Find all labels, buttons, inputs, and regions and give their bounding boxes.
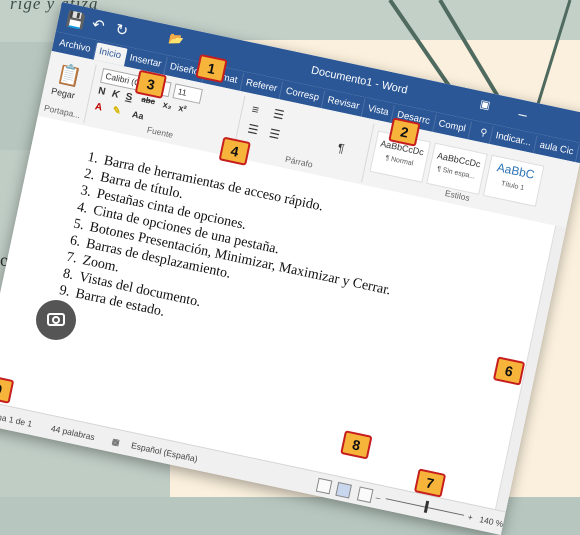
superscript-button[interactable]: x² bbox=[178, 103, 188, 114]
camera-icon[interactable] bbox=[36, 300, 76, 340]
underline-button[interactable]: S bbox=[125, 91, 134, 103]
print-layout-button[interactable] bbox=[335, 481, 352, 499]
font-size-box[interactable]: 11 bbox=[172, 83, 203, 104]
change-case-button[interactable]: Aa bbox=[131, 109, 144, 121]
page-count[interactable]: Página 1 de 1 bbox=[0, 408, 33, 429]
word-count[interactable]: 44 palabras bbox=[50, 423, 96, 442]
highlight-icon[interactable]: ✎ bbox=[111, 105, 121, 118]
bullets-icon[interactable]: ≡ bbox=[250, 102, 260, 117]
zoom-out-icon[interactable]: – bbox=[375, 492, 382, 503]
font-color-icon[interactable]: A bbox=[94, 101, 103, 113]
subscript-button[interactable]: x₂ bbox=[162, 99, 173, 111]
folder-icon[interactable]: 📂 bbox=[167, 31, 185, 48]
paste-icon[interactable]: 📋 bbox=[55, 61, 85, 91]
minimize-icon[interactable]: – bbox=[517, 106, 529, 124]
save-icon[interactable]: 💾 bbox=[65, 10, 87, 32]
redo-icon[interactable]: ↻ bbox=[114, 20, 130, 40]
undo-icon[interactable]: ↶ bbox=[90, 15, 106, 35]
align-left-icon[interactable]: ☰ bbox=[246, 122, 259, 138]
pilcrow-icon[interactable]: ¶ bbox=[336, 141, 345, 156]
align-center-icon[interactable]: ☰ bbox=[268, 126, 281, 142]
italic-button[interactable]: K bbox=[111, 89, 120, 101]
zoom-level[interactable]: 140 % bbox=[479, 514, 505, 529]
read-mode-button[interactable] bbox=[315, 477, 333, 495]
web-layout-button[interactable] bbox=[356, 486, 374, 504]
ribbon-display-icon[interactable]: ▣ bbox=[479, 97, 492, 112]
numbering-icon[interactable]: ☰ bbox=[272, 107, 285, 123]
proofing-icon[interactable]: ▦ bbox=[111, 436, 121, 448]
bold-button[interactable]: N bbox=[97, 86, 106, 98]
zoom-in-icon[interactable]: + bbox=[467, 512, 474, 523]
